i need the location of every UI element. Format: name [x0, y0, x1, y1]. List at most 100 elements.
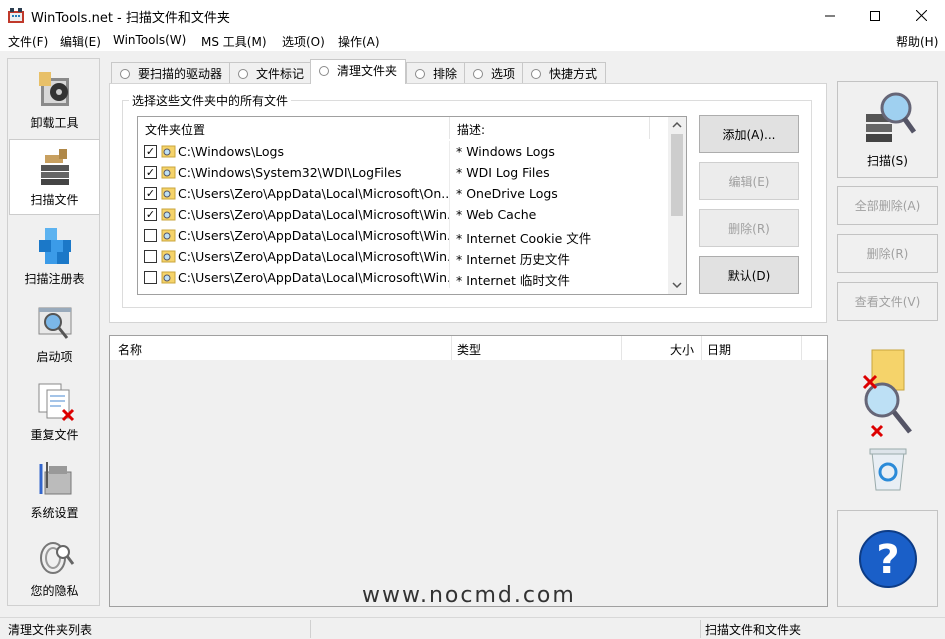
- row-description: * OneDrive Logs: [456, 186, 558, 201]
- find-folder-icon: [862, 349, 912, 438]
- minimize-button[interactable]: [807, 0, 853, 31]
- menu-ms-tools[interactable]: MS 工具(M): [201, 33, 267, 50]
- row-checkbox[interactable]: ✓: [144, 166, 157, 179]
- sidebar-item-system-settings[interactable]: 系统设置: [9, 451, 100, 527]
- menu-actions[interactable]: 操作(A): [338, 33, 380, 50]
- folder-list-row[interactable]: ✓ C:\Users\Zero\AppData\Local\Microsoft\W…: [138, 204, 668, 225]
- scan-button[interactable]: 扫描(S): [837, 81, 938, 178]
- folder-list-row[interactable]: ✓ C:\Windows\System32\WDI\LogFiles * WDI L…: [138, 162, 668, 183]
- column-divider[interactable]: [451, 336, 452, 360]
- row-divider: [449, 204, 450, 225]
- sidebar-item-startup[interactable]: 启动项: [9, 295, 100, 371]
- folder-list-row[interactable]: ✓ C:\Windows\Logs * Windows Logs: [138, 141, 668, 162]
- row-divider: [449, 267, 450, 288]
- menu-wintools[interactable]: WinTools(W): [113, 33, 186, 47]
- help-question-icon: ?: [858, 529, 917, 588]
- folder-search-icon: [161, 208, 176, 221]
- column-header-location[interactable]: 文件夹位置: [138, 117, 450, 139]
- maximize-icon: [870, 10, 880, 21]
- column-header-date[interactable]: 日期: [707, 341, 731, 358]
- row-checkbox[interactable]: [144, 250, 157, 263]
- column-divider[interactable]: [701, 336, 702, 360]
- close-button[interactable]: [898, 0, 944, 31]
- menu-edit[interactable]: 编辑(E): [60, 33, 101, 50]
- row-path: C:\Users\Zero\AppData\Local\Microsoft\Wi…: [178, 207, 449, 222]
- folder-list[interactable]: 文件夹位置 描述: ✓ C:\Windows\Logs * Windows Logs…: [137, 116, 687, 295]
- tab-label: 快捷方式: [549, 67, 598, 81]
- help-button[interactable]: ?: [837, 510, 938, 607]
- group-title: 选择这些文件夹中的所有文件: [129, 92, 292, 109]
- add-button[interactable]: 添加(A)...: [699, 115, 799, 153]
- uninstall-icon: [38, 72, 69, 106]
- status-divider: [310, 620, 311, 638]
- row-checkbox[interactable]: ✓: [144, 145, 157, 158]
- status-bar: 清理文件夹列表 扫描文件和文件夹: [0, 617, 945, 639]
- sidebar-item-registry[interactable]: 扫描注册表: [9, 217, 100, 293]
- folder-list-row[interactable]: C:\Users\Zero\AppData\Local\Microsoft\Wi…: [138, 225, 668, 246]
- scroll-thumb[interactable]: [671, 134, 683, 216]
- row-checkbox[interactable]: [144, 229, 157, 242]
- tab-shortcuts[interactable]: 快捷方式: [522, 62, 607, 83]
- registry-icon: [38, 228, 71, 264]
- maximize-button[interactable]: [852, 0, 898, 31]
- column-header-description[interactable]: 描述:: [450, 117, 650, 139]
- default-button[interactable]: 默认(D): [699, 256, 799, 294]
- row-checkbox[interactable]: ✓: [144, 187, 157, 200]
- delete-selected-button[interactable]: 删除(R): [837, 234, 938, 273]
- column-header-type[interactable]: 类型: [457, 341, 481, 358]
- folder-search-icon: [161, 229, 176, 242]
- tab-label: 选项: [491, 67, 516, 81]
- sidebar: 卸载工具 扫描文件 扫描注册表 启动项 重复文件 系统设置 您的隐私: [7, 58, 100, 606]
- delete-all-button[interactable]: 全部删除(A): [837, 186, 938, 225]
- recycle-bin-icon[interactable]: [868, 446, 908, 492]
- edit-button[interactable]: 编辑(E): [699, 162, 799, 200]
- status-left-text: 清理文件夹列表: [8, 623, 93, 637]
- system-settings-icon: [39, 462, 71, 495]
- tab-clean-folders[interactable]: 清理文件夹: [310, 59, 407, 84]
- tab-label: 排除: [433, 67, 458, 81]
- sidebar-item-label: 扫描注册表: [24, 272, 85, 286]
- status-divider: [700, 620, 701, 638]
- column-divider[interactable]: [801, 336, 802, 360]
- row-checkbox[interactable]: ✓: [144, 208, 157, 221]
- sidebar-item-privacy[interactable]: 您的隐私: [9, 529, 100, 605]
- folder-list-row[interactable]: ✓ C:\Users\Zero\AppData\Local\Microsoft\O…: [138, 183, 668, 204]
- column-divider[interactable]: [621, 336, 622, 360]
- column-header-name[interactable]: 名称: [118, 341, 142, 358]
- delete-button[interactable]: 删除(R): [699, 209, 799, 247]
- sidebar-item-label: 启动项: [36, 350, 73, 364]
- radio-icon: [238, 69, 248, 79]
- sidebar-item-uninstall[interactable]: 卸载工具: [9, 61, 100, 137]
- view-file-button[interactable]: 查看文件(V): [837, 282, 938, 321]
- row-description: * Internet 临时文件: [456, 273, 570, 288]
- folder-list-row[interactable]: C:\Users\Zero\AppData\Local\Microsoft\Wi…: [138, 267, 668, 288]
- folder-search-icon: [161, 271, 176, 284]
- scroll-up-icon[interactable]: [672, 121, 682, 129]
- tab-label: 文件标记: [256, 67, 305, 81]
- sidebar-item-label: 您的隐私: [30, 584, 79, 598]
- tab-drives[interactable]: 要扫描的驱动器: [111, 62, 232, 83]
- row-path: C:\Users\Zero\AppData\Local\Microsoft\On…: [178, 186, 449, 201]
- row-description: * Internet Cookie 文件: [456, 231, 592, 246]
- folder-search-icon: [161, 187, 176, 200]
- row-path: C:\Users\Zero\AppData\Local\Microsoft\Wi…: [178, 228, 449, 243]
- privacy-icon: [39, 542, 74, 574]
- tab-file-marks[interactable]: 文件标记: [229, 62, 314, 83]
- results-list[interactable]: 名称 类型 大小 日期: [109, 335, 828, 607]
- close-icon: [915, 10, 927, 21]
- tab-exclude[interactable]: 排除: [406, 62, 467, 83]
- scroll-down-icon[interactable]: [672, 281, 682, 289]
- app-icon: [8, 8, 24, 23]
- menu-options[interactable]: 选项(O): [282, 33, 325, 50]
- row-description: * Web Cache: [456, 207, 537, 222]
- folder-list-row[interactable]: C:\Users\Zero\AppData\Local\Microsoft\Wi…: [138, 246, 668, 267]
- duplicate-files-icon: [38, 383, 74, 422]
- menu-file[interactable]: 文件(F): [8, 33, 48, 50]
- tab-options[interactable]: 选项: [464, 62, 525, 83]
- sidebar-item-scan-files[interactable]: 扫描文件: [9, 139, 100, 215]
- column-header-size[interactable]: 大小: [670, 341, 694, 358]
- row-checkbox[interactable]: [144, 271, 157, 284]
- sidebar-item-duplicates[interactable]: 重复文件: [9, 373, 100, 449]
- menu-help[interactable]: 帮助(H): [896, 33, 938, 50]
- row-description: * Windows Logs: [456, 144, 555, 159]
